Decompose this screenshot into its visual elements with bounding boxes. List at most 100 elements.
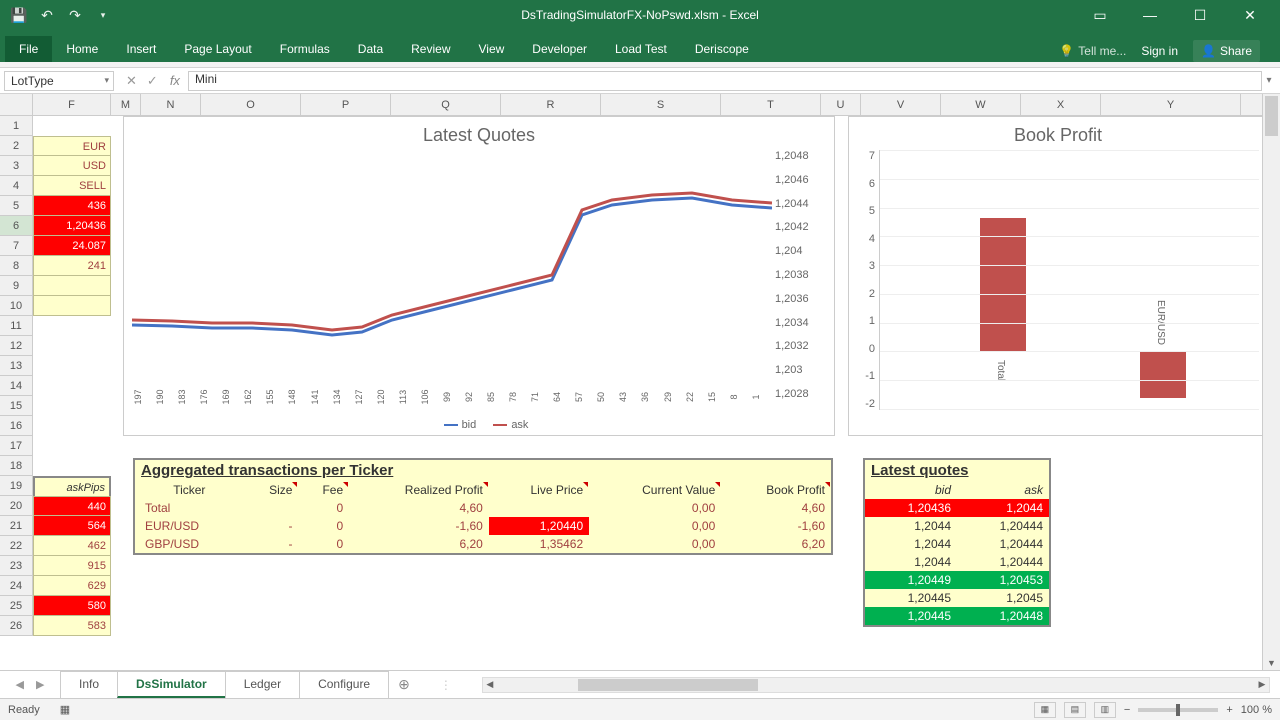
col-header-Q[interactable]: Q [391,94,501,115]
cell[interactable]: 462 [33,536,111,556]
row-header-8[interactable]: 8 [0,256,33,276]
col-header-U[interactable]: U [821,94,861,115]
tab-home[interactable]: Home [52,36,112,62]
view-normal-icon[interactable]: ▦ [1034,702,1056,718]
cell[interactable]: 24.087 [33,236,111,256]
chart-latest-quotes[interactable]: Latest Quotes 1,20481,20461,20441,20421,… [123,116,835,436]
maximize-icon[interactable]: ☐ [1185,7,1215,24]
row-header-12[interactable]: 12 [0,336,33,356]
chart-book-profit[interactable]: Book Profit 76543210-1-2 Total EUR/USD [848,116,1268,436]
row-header-21[interactable]: 21 [0,516,33,536]
row-header-22[interactable]: 22 [0,536,33,556]
cell[interactable]: 1,20436 [33,216,111,236]
view-layout-icon[interactable]: ▤ [1064,702,1086,718]
col-header-S[interactable]: S [601,94,721,115]
row-header-20[interactable]: 20 [0,496,33,516]
qat-dropdown-icon[interactable]: ▾ [94,6,112,24]
row-header-16[interactable]: 16 [0,416,33,436]
cell[interactable]: USD [33,156,111,176]
row-header-23[interactable]: 23 [0,556,33,576]
tab-data[interactable]: Data [344,36,397,62]
add-sheet-button[interactable]: ⊕ [388,676,420,693]
tab-deriscope[interactable]: Deriscope [681,36,763,62]
row-header-7[interactable]: 7 [0,236,33,256]
formula-input[interactable]: Mini [188,71,1262,91]
tab-file[interactable]: File [5,36,52,62]
close-icon[interactable]: ✕ [1235,7,1265,24]
vertical-scrollbar[interactable]: ▲ ▼ [1262,94,1280,670]
cancel-icon[interactable]: ✕ [126,73,137,89]
scroll-left-icon[interactable]: ◀ [483,678,497,692]
row-header-4[interactable]: 4 [0,176,33,196]
row-header-6[interactable]: 6 [0,216,33,236]
row-header-14[interactable]: 14 [0,376,33,396]
macro-record-icon[interactable]: ▦ [60,703,70,716]
zoom-out-icon[interactable]: − [1124,704,1130,716]
row-header-18[interactable]: 18 [0,456,33,476]
minimize-icon[interactable]: — [1135,7,1165,24]
tab-page-layout[interactable]: Page Layout [170,36,265,62]
cell[interactable]: EUR [33,136,111,156]
col-header-N[interactable]: N [141,94,201,115]
col-header-M[interactable]: M [111,94,141,115]
name-box[interactable]: LotType [4,71,114,91]
col-header-W[interactable]: W [941,94,1021,115]
row-header-15[interactable]: 15 [0,396,33,416]
col-header-O[interactable]: O [201,94,301,115]
col-header-F[interactable]: F [33,94,111,115]
row-header-9[interactable]: 9 [0,276,33,296]
redo-icon[interactable]: ↷ [66,6,84,24]
col-header-V[interactable]: V [861,94,941,115]
cell[interactable]: 629 [33,576,111,596]
col-header-R[interactable]: R [501,94,601,115]
row-header-24[interactable]: 24 [0,576,33,596]
enter-icon[interactable]: ✓ [147,73,158,89]
scroll-thumb[interactable] [1265,96,1278,136]
tab-insert[interactable]: Insert [112,36,170,62]
scroll-right-icon[interactable]: ▶ [1255,678,1269,692]
row-header-26[interactable]: 26 [0,616,33,636]
col-header-P[interactable]: P [301,94,391,115]
cell[interactable]: 915 [33,556,111,576]
sign-in-link[interactable]: Sign in [1141,44,1178,58]
scroll-down-icon[interactable]: ▼ [1263,658,1280,668]
zoom-slider[interactable] [1138,708,1218,712]
worksheet-grid[interactable]: F M N O P Q R S T U V W X Y 123456789101… [0,94,1280,670]
row-header-19[interactable]: 19 [0,476,33,496]
horizontal-scrollbar[interactable]: ◀ ▶ [482,677,1270,693]
share-button[interactable]: 👤Share [1193,40,1260,62]
row-header-11[interactable]: 11 [0,316,33,336]
row-header-5[interactable]: 5 [0,196,33,216]
sheet-tab-ledger[interactable]: Ledger [225,671,300,698]
ribbon-options-icon[interactable]: ▭ [1085,7,1115,24]
zoom-level[interactable]: 100 % [1241,704,1272,716]
cell[interactable]: 440 [33,496,111,516]
cell[interactable]: 436 [33,196,111,216]
row-header-2[interactable]: 2 [0,136,33,156]
sheet-tab-configure[interactable]: Configure [299,671,389,698]
col-header-T[interactable]: T [721,94,821,115]
sheet-tab-dssimulator[interactable]: DsSimulator [117,671,226,698]
col-header-X[interactable]: X [1021,94,1101,115]
tell-me-search[interactable]: 💡Tell me... [1059,44,1126,58]
undo-icon[interactable]: ↶ [38,6,56,24]
expand-formula-icon[interactable]: ▾ [1262,75,1276,86]
cell[interactable]: SELL [33,176,111,196]
tab-load-test[interactable]: Load Test [601,36,681,62]
sheet-tab-info[interactable]: Info [60,671,118,698]
fx-icon[interactable]: fx [170,73,188,88]
row-header-1[interactable]: 1 [0,116,33,136]
hscroll-thumb[interactable] [578,679,758,691]
cell[interactable]: 583 [33,616,111,636]
view-pagebreak-icon[interactable]: ▥ [1094,702,1116,718]
row-header-3[interactable]: 3 [0,156,33,176]
cell[interactable]: 580 [33,596,111,616]
save-icon[interactable]: 💾 [10,6,28,24]
tab-developer[interactable]: Developer [518,36,601,62]
tab-formulas[interactable]: Formulas [266,36,344,62]
tab-review[interactable]: Review [397,36,464,62]
row-header-13[interactable]: 13 [0,356,33,376]
cells-area[interactable]: EURUSDSELL4361,2043624.087241 askPips 44… [33,116,1262,670]
cell[interactable]: 241 [33,256,111,276]
sheet-nav[interactable]: ◀▶ [0,678,60,691]
